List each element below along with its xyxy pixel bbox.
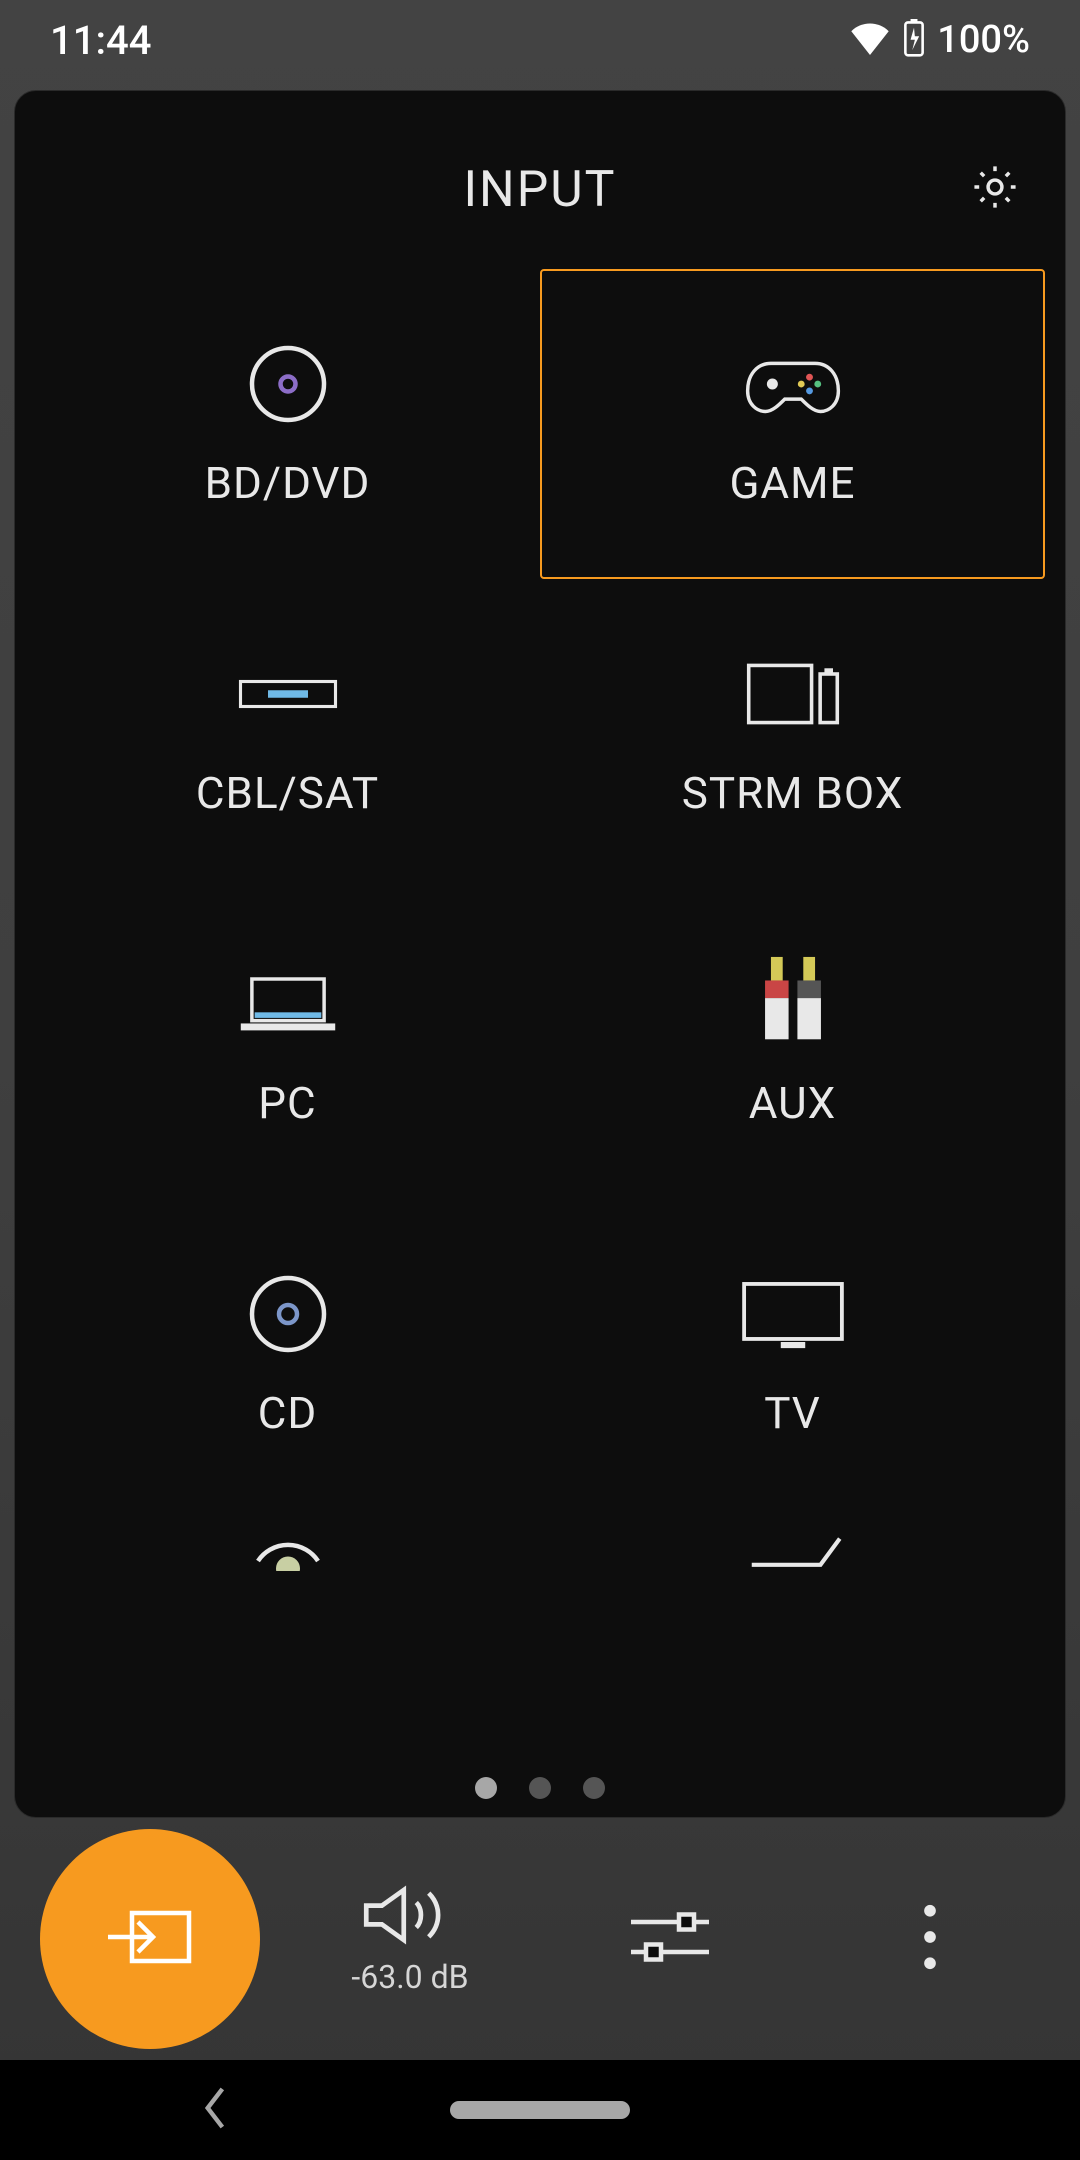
input-label: STRM BOX (682, 767, 904, 819)
battery-charging-icon (903, 19, 925, 61)
wifi-icon (849, 21, 891, 59)
volume-readout: -63.0 dB (351, 1958, 468, 1996)
panel-header: INPUT (15, 91, 1065, 269)
equalizer-button[interactable] (560, 1907, 780, 1971)
input-label: BD/DVD (205, 457, 371, 509)
gear-icon (969, 161, 1021, 217)
panel-title: INPUT (15, 161, 1065, 219)
input-label: PC (258, 1077, 316, 1129)
rca-icon (753, 959, 833, 1049)
input-grid: BD/DVD GAME (15, 269, 1065, 1818)
statusbar-battery: 100% (937, 18, 1030, 62)
input-label: TV (764, 1387, 821, 1439)
bottom-bar: -63.0 dB (0, 1818, 1080, 2060)
input-tuner-partial[interactable] (35, 1509, 540, 1629)
input-arrow-icon (105, 1902, 195, 1976)
page-dot-2[interactable] (529, 1777, 551, 1799)
page-indicator[interactable] (15, 1777, 1065, 1799)
input-bd-dvd[interactable]: BD/DVD (35, 269, 540, 579)
input-game[interactable]: GAME (540, 269, 1045, 579)
android-nav-bar (0, 2060, 1080, 2160)
input-label: AUX (749, 1077, 836, 1129)
gamepad-icon (738, 339, 848, 429)
more-button[interactable] (820, 1902, 1040, 1976)
dial-icon (243, 1521, 333, 1571)
page-dot-3[interactable] (583, 1777, 605, 1799)
input-pc[interactable]: PC (35, 889, 540, 1199)
more-vertical-icon (920, 1902, 940, 1976)
input-label: CD (258, 1387, 318, 1439)
input-aux[interactable]: AUX (540, 889, 1045, 1199)
cable-box-icon (238, 649, 338, 739)
statusbar-right: 100% (849, 18, 1030, 62)
input-fab-button[interactable] (40, 1829, 260, 2049)
tv-icon (738, 1269, 848, 1359)
sliders-icon (627, 1907, 713, 1971)
statusbar: 11:44 100% (0, 0, 1080, 80)
input-label: CBL/SAT (196, 767, 379, 819)
input-label: GAME (729, 457, 855, 509)
input-selection-panel: INPUT BD/DVD (14, 90, 1066, 1818)
laptop-icon (238, 959, 338, 1049)
stream-box-icon (743, 649, 843, 739)
settings-button[interactable] (965, 159, 1025, 219)
page-dot-1[interactable] (475, 1777, 497, 1799)
input-tv[interactable]: TV (540, 1199, 1045, 1509)
home-gesture-pill[interactable] (450, 2101, 630, 2119)
input-cbl-sat[interactable]: CBL/SAT (35, 579, 540, 889)
tonearm-icon (738, 1531, 848, 1571)
input-cd[interactable]: CD (35, 1199, 540, 1509)
speaker-icon (360, 1882, 460, 1952)
input-strm-box[interactable]: STRM BOX (540, 579, 1045, 889)
volume-button[interactable]: -63.0 dB (300, 1882, 520, 1996)
statusbar-time: 11:44 (50, 17, 151, 64)
cd-icon (243, 1269, 333, 1359)
input-phono-partial[interactable] (540, 1509, 1045, 1629)
back-button[interactable] (200, 2086, 230, 2134)
disc-icon (243, 339, 333, 429)
